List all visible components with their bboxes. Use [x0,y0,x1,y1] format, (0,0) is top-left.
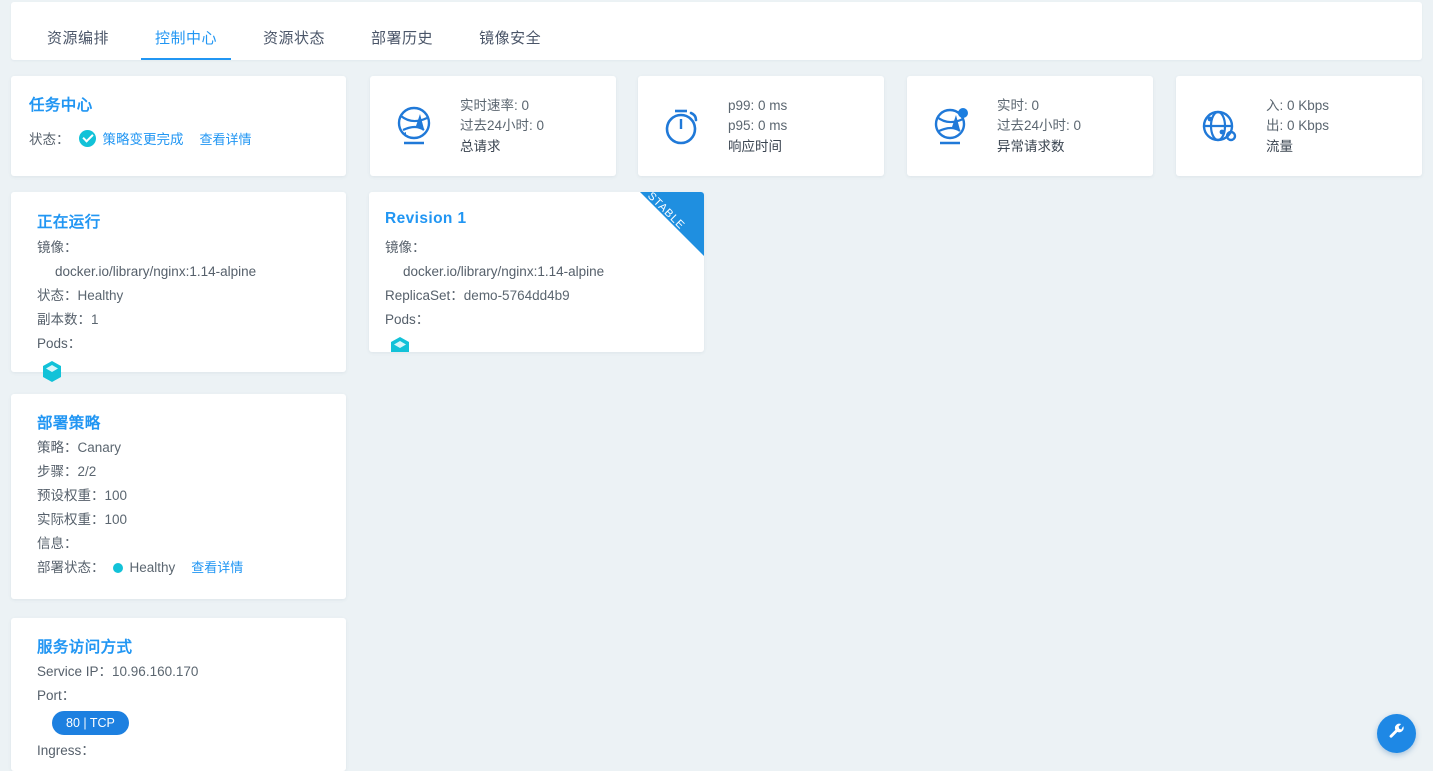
strategy-preset-weight-value: 100 [104,488,128,503]
metric-line-1: 实时速率: 0 [460,97,530,113]
stopwatch-icon [658,102,706,150]
service-ip-value: 10.96.160.170 [112,664,199,679]
tab-deploy-history[interactable]: 部署历史 [357,31,447,60]
pod-cube-icon[interactable] [389,336,411,352]
port-badge[interactable]: 80 | TCP [52,711,129,735]
revision-image-value: docker.io/library/nginx:1.14-alpine [403,264,605,279]
service-port-badge-wrap: 80 | TCP [37,708,198,735]
metric-line-3: 总请求 [460,138,501,154]
metric-text-group: 实时速率: 0 过去24小时: 0 总请求 [460,96,544,157]
metric-line-1: 入: 0 Kbps [1266,97,1330,113]
running-status-row: 状态：Healthy [37,284,256,308]
wrench-icon [1387,722,1406,746]
service-ip-label: Service IP： [37,664,113,679]
metric-card-traffic: 入: 0 Kbps 出: 0 Kbps 流量 [1176,76,1422,176]
check-circle-icon [78,129,96,147]
running-replicas-value: 1 [91,312,99,327]
strategy-detail-link[interactable]: 查看详情 [191,560,243,575]
service-port-label: Port： [37,688,76,703]
revision-replicaset-value: demo-5764dd4b9 [463,288,570,303]
strategy-preset-weight-row: 预设权重：100 [37,484,243,508]
running-title: 正在运行 [37,214,101,231]
task-center-status-label: 状态： [29,132,70,147]
strategy-message-label: 信息： [37,536,78,551]
metric-line-1: 实时: 0 [997,97,1040,113]
strategy-actual-weight-row: 实际权重：100 [37,508,243,532]
strategy-step-row: 步骤：2/2 [37,460,243,484]
strategy-step-value: 2/2 [77,464,97,479]
running-image-label: 镜像： [37,240,78,255]
pod-cube-icon[interactable] [41,360,63,384]
metric-card-total-requests: 实时速率: 0 过去24小时: 0 总请求 [370,76,616,176]
running-status-label: 状态： [37,288,78,303]
strategy-value: Canary [77,440,122,455]
network-globe-icon [390,102,438,150]
running-image-value: docker.io/library/nginx:1.14-alpine [55,264,257,279]
metric-line-2: 过去24小时: 0 [460,117,545,133]
running-replicas-row: 副本数：1 [37,308,256,332]
revision-title: Revision 1 [385,210,467,227]
metric-line-2: 出: 0 Kbps [1266,117,1330,133]
strategy-title: 部署策略 [37,415,101,432]
strategy-message-row: 信息： [37,532,243,556]
running-pods-label: Pods： [37,336,82,351]
revision-replicaset-label: ReplicaSet： [385,288,464,303]
service-ip-row: Service IP：10.96.160.170 [37,660,198,684]
service-body: Service IP：10.96.160.170 Port： 80 | TCP … [37,660,198,763]
tab-resource-orchestration[interactable]: 资源编排 [33,31,123,60]
metric-line-2: 过去24小时: 0 [997,117,1082,133]
metric-line-1: p99: 0 ms [728,97,788,113]
task-center-detail-link[interactable]: 查看详情 [200,129,252,148]
service-title: 服务访问方式 [37,639,133,656]
strategy-deploy-status-value: Healthy [129,560,176,575]
revision-image-label: 镜像： [385,240,426,255]
strategy-row: 策略：Canary [37,436,243,460]
running-card: 正在运行 镜像： docker.io/library/nginx:1.14-al… [11,192,346,382]
strategy-actual-weight-label: 实际权重： [37,512,105,527]
metric-text-group: p99: 0 ms p95: 0 ms 响应时间 [728,96,787,157]
metric-text-group: 实时: 0 过去24小时: 0 异常请求数 [997,96,1081,157]
service-access-card: 服务访问方式 Service IP：10.96.160.170 Port： 80… [11,618,346,771]
strategy-preset-weight-label: 预设权重： [37,488,105,503]
metric-line-3: 流量 [1266,138,1293,154]
strategy-step-label: 步骤： [37,464,78,479]
strategy-deploy-status-label: 部署状态： [37,560,105,575]
network-globe-alert-icon [927,102,975,150]
metric-line-3: 响应时间 [728,138,782,154]
revision-card: STABLE Revision 1 镜像： docker.io/library/… [369,192,704,352]
task-center-status-text: 策略变更完成 [102,132,184,147]
metric-line-2: p95: 0 ms [728,117,788,133]
revision-body: 镜像： docker.io/library/nginx:1.14-alpine … [385,236,604,352]
metric-card-abnormal-requests: 实时: 0 过去24小时: 0 异常请求数 [907,76,1153,176]
globe-traffic-icon [1196,102,1244,150]
task-center-status-row: 状态： 策略变更完成 查看详情 [29,128,252,148]
metric-card-response-time: p99: 0 ms p95: 0 ms 响应时间 [638,76,884,176]
task-center-card: 任务中心 状态： 策略变更完成 查看详情 [11,76,346,176]
strategy-actual-weight-value: 100 [104,512,128,527]
task-center-title: 任务中心 [29,97,93,114]
revision-replicaset-row: ReplicaSet：demo-5764dd4b9 [385,284,604,308]
revision-pods-label: Pods： [385,312,430,327]
metric-line-3: 异常请求数 [997,138,1065,154]
tab-bar: 资源编排 控制中心 资源状态 部署历史 镜像安全 [11,2,1422,60]
tab-image-security[interactable]: 镜像安全 [465,31,555,60]
strategy-body: 策略：Canary 步骤：2/2 预设权重：100 实际权重：100 信息： 部… [37,436,243,580]
service-ingress-label: Ingress： [37,743,95,758]
running-body: 镜像： docker.io/library/nginx:1.14-alpine … [37,236,256,384]
strategy-deploy-status-row: 部署状态： Healthy 查看详情 [37,556,243,580]
tab-control-center[interactable]: 控制中心 [141,31,232,60]
running-status-value: Healthy [77,288,124,303]
tab-resource-status[interactable]: 资源状态 [249,31,339,60]
stable-ribbon [640,192,704,256]
deploy-strategy-card: 部署策略 策略：Canary 步骤：2/2 预设权重：100 实际权重：100 … [11,394,346,599]
running-replicas-label: 副本数： [37,312,91,327]
strategy-label: 策略： [37,440,78,455]
metric-text-group: 入: 0 Kbps 出: 0 Kbps 流量 [1266,96,1329,157]
tools-fab-button[interactable] [1377,714,1416,753]
status-dot-icon [112,563,123,574]
